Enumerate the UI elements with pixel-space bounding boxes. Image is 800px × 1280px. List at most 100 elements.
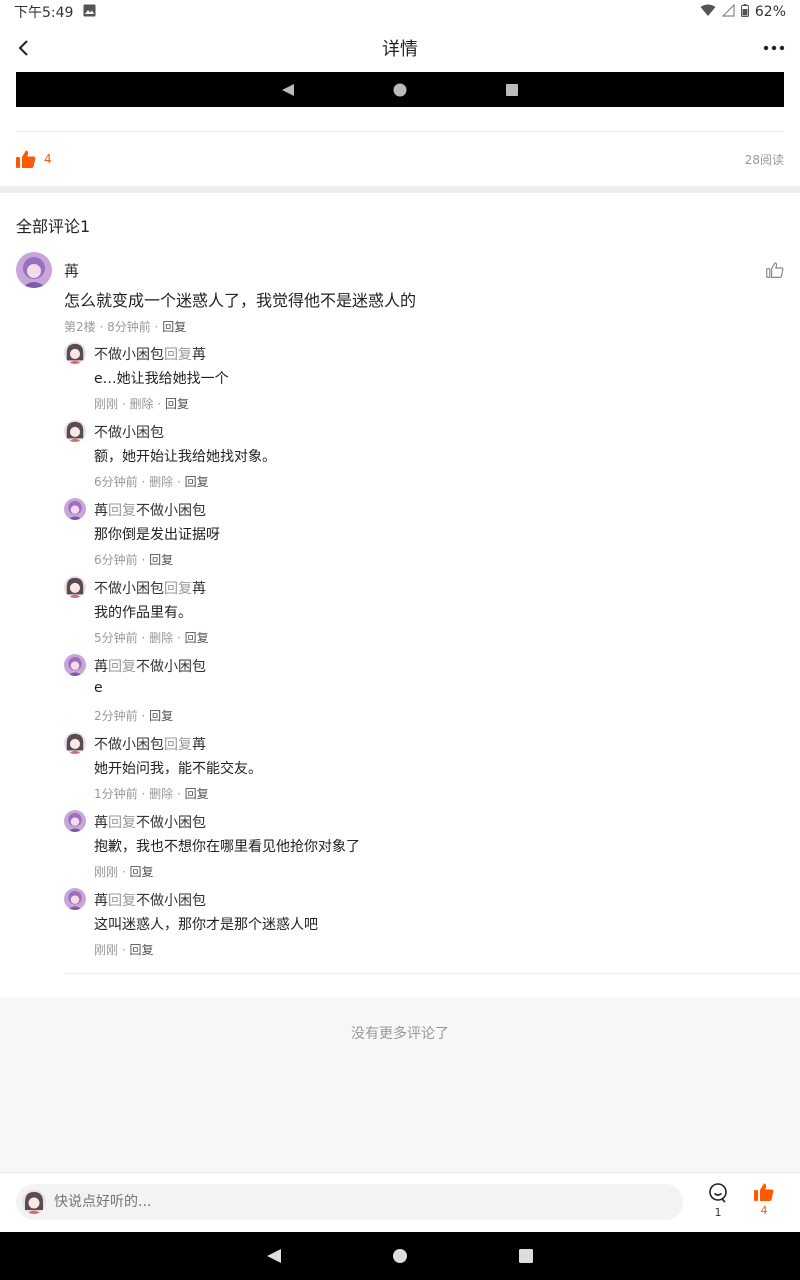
- reply-header: 不做小困包回复苒: [94, 734, 206, 754]
- avatar: [22, 1190, 46, 1214]
- reply-meta: 6分钟前 · 删除 · 回复: [94, 475, 209, 489]
- avatar[interactable]: [16, 252, 52, 288]
- reply-link[interactable]: 回复: [165, 397, 189, 411]
- back-button[interactable]: [10, 34, 38, 62]
- reply-target[interactable]: 苒: [192, 347, 206, 363]
- battery-icon: [740, 3, 749, 21]
- reply-link[interactable]: 回复: [129, 865, 153, 879]
- reply-text: 抱歉，我也不想你在哪里看见他抢你对象了: [94, 839, 360, 855]
- reply-meta: 1分钟前 · 删除 · 回复: [94, 787, 209, 801]
- reply-author[interactable]: 不做小困包: [94, 581, 164, 597]
- reply-author[interactable]: 苒: [94, 659, 108, 675]
- reply-author[interactable]: 不做小困包: [94, 425, 164, 441]
- reply-header: 不做小困包回复苒: [94, 578, 206, 598]
- post-image[interactable]: [16, 72, 784, 107]
- wifi-icon: [700, 4, 716, 21]
- more-button[interactable]: [760, 34, 788, 62]
- delete-link[interactable]: 删除: [149, 475, 173, 489]
- page-title: 详情: [382, 39, 418, 60]
- avatar[interactable]: [64, 654, 86, 676]
- delete-link[interactable]: 删除: [149, 631, 173, 645]
- status-bar: 下午5:49 62%: [0, 0, 800, 24]
- comments-button[interactable]: 1: [704, 1183, 732, 1223]
- reply-connector: 回复: [108, 893, 136, 909]
- reply-header: 苒回复不做小困包: [94, 812, 206, 832]
- post-stats: 4 28阅读: [16, 146, 784, 172]
- reply-text: 这叫迷惑人，那你才是那个迷惑人吧: [94, 917, 318, 933]
- reply-meta: 2分钟前 · 回复: [94, 709, 174, 723]
- comment-input-box[interactable]: [16, 1184, 683, 1220]
- reply-author[interactable]: 苒: [94, 893, 108, 909]
- system-home-icon[interactable]: [392, 1248, 408, 1264]
- reply-connector: 回复: [164, 737, 192, 753]
- reply-link[interactable]: 回复: [129, 943, 153, 957]
- reply-meta: 6分钟前 · 回复: [94, 553, 174, 567]
- system-recents-icon[interactable]: [518, 1248, 534, 1264]
- reply-link[interactable]: 回复: [185, 475, 209, 489]
- reply-list: 不做小困包回复苒 e…她让我给她找一个 刚刚 · 删除 · 回复 不做小困包 额，她开始…: [64, 342, 784, 966]
- back-triangle-icon: [282, 83, 294, 96]
- no-more-comments: 没有更多评论了: [351, 1026, 449, 1042]
- reply-target[interactable]: 苒: [192, 737, 206, 753]
- avatar[interactable]: [64, 576, 86, 598]
- comment-input[interactable]: [54, 1194, 614, 1210]
- post-like-button[interactable]: 4: [16, 150, 52, 168]
- avatar[interactable]: [64, 810, 86, 832]
- avatar[interactable]: [64, 498, 86, 520]
- thumbs-up-filled-icon: [16, 150, 36, 168]
- comment-time: 8分钟前: [107, 320, 151, 334]
- reply-item: 不做小困包回复苒 我的作品里有。 5分钟前 · 删除 · 回复: [64, 576, 784, 654]
- avatar[interactable]: [64, 342, 86, 364]
- reply-time: 刚刚: [94, 943, 119, 957]
- reply-meta: 5分钟前 · 删除 · 回复: [94, 631, 209, 645]
- reply-text: 她开始问我，能不能交友。: [94, 761, 262, 777]
- reply-item: 苒回复不做小困包 那你倒是发出证据呀 6分钟前 · 回复: [64, 498, 784, 576]
- avatar[interactable]: [64, 888, 86, 910]
- avatar[interactable]: [64, 732, 86, 754]
- more-dots-icon: [763, 45, 785, 51]
- comment-text: 怎么就变成一个迷惑人了，我觉得他不是迷惑人的: [64, 291, 417, 310]
- reply-link[interactable]: 回复: [162, 320, 186, 334]
- reply-time: 刚刚: [94, 865, 119, 879]
- reply-target[interactable]: 不做小困包: [136, 893, 206, 909]
- reply-connector: 回复: [164, 347, 192, 363]
- reply-link[interactable]: 回复: [149, 709, 173, 723]
- reply-target[interactable]: 苒: [192, 581, 206, 597]
- reply-time: 2分钟前: [94, 709, 138, 723]
- reply-author[interactable]: 苒: [94, 503, 108, 519]
- like-button[interactable]: 4: [750, 1183, 778, 1223]
- comment-floor: 第2楼: [64, 320, 96, 334]
- reply-link[interactable]: 回复: [185, 787, 209, 801]
- reply-author[interactable]: 不做小困包: [94, 347, 164, 363]
- reply-item: 苒回复不做小困包 抱歉，我也不想你在哪里看见他抢你对象了 刚刚 · 回复: [64, 810, 784, 888]
- reply-header: 苒回复不做小困包: [94, 500, 206, 520]
- read-count: 28阅读: [744, 152, 784, 167]
- thumbs-up-outline-icon: [766, 262, 784, 278]
- comments-header: 全部评论1: [16, 217, 91, 236]
- avatar[interactable]: [64, 420, 86, 442]
- comment-meta: 第2楼 · 8分钟前 · 回复: [64, 320, 187, 334]
- reply-text: 额，她开始让我给她找对象。: [94, 449, 276, 465]
- reply-target[interactable]: 不做小困包: [136, 503, 206, 519]
- reply-author[interactable]: 苒: [94, 815, 108, 831]
- delete-link[interactable]: 删除: [129, 397, 153, 411]
- reply-target[interactable]: 不做小困包: [136, 659, 206, 675]
- reply-author[interactable]: 不做小困包: [94, 737, 164, 753]
- reply-target[interactable]: 不做小困包: [136, 815, 206, 831]
- reply-meta: 刚刚 · 删除 · 回复: [94, 397, 189, 411]
- comment-author[interactable]: 苒: [64, 260, 79, 281]
- reply-time: 6分钟前: [94, 475, 138, 489]
- recents-square-icon: [506, 83, 518, 96]
- reply-meta: 刚刚 · 回复: [94, 943, 154, 957]
- like-count: 4: [760, 1204, 768, 1217]
- reply-link[interactable]: 回复: [185, 631, 209, 645]
- reply-link[interactable]: 回复: [149, 553, 173, 567]
- reply-time: 1分钟前: [94, 787, 138, 801]
- reply-connector: 回复: [108, 503, 136, 519]
- delete-link[interactable]: 删除: [149, 787, 173, 801]
- system-back-icon[interactable]: [266, 1248, 282, 1264]
- nav-bar: 详情: [0, 24, 800, 72]
- post-like-count: 4: [44, 152, 52, 166]
- status-time: 下午5:49: [14, 5, 74, 21]
- comment-like-button[interactable]: [766, 261, 784, 279]
